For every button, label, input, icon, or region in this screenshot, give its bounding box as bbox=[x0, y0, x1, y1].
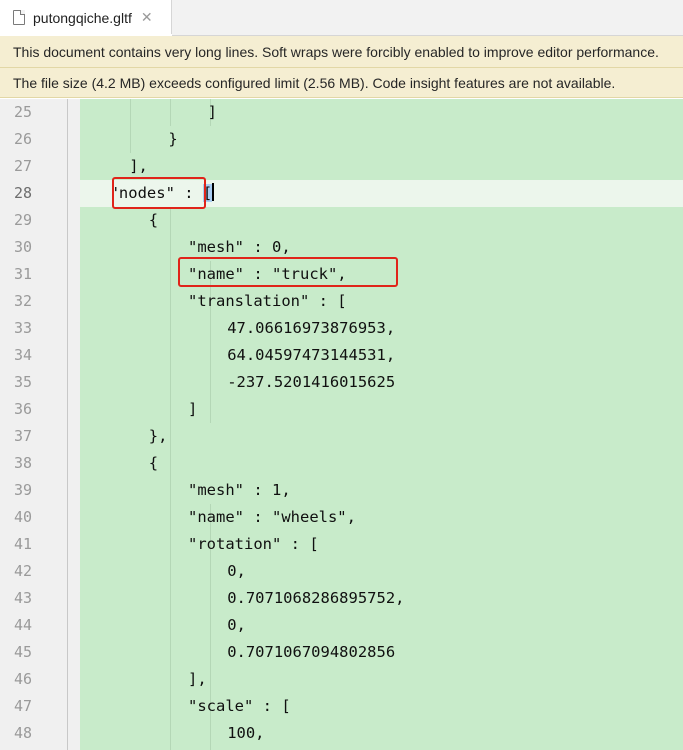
tab-title: putongqiche.gltf bbox=[33, 9, 132, 26]
line-number: 47 bbox=[13, 697, 32, 715]
line-number: 32 bbox=[13, 292, 32, 310]
code-text: 0.7071068286895752, bbox=[227, 589, 405, 607]
line-number: 42 bbox=[13, 562, 32, 580]
code-line[interactable]: 64.04597473144531, bbox=[227, 342, 395, 369]
code-line[interactable]: "nodes" : [ bbox=[110, 180, 215, 207]
code-text: ], bbox=[129, 157, 148, 175]
gutter-divider bbox=[67, 99, 68, 750]
line-number: 46 bbox=[13, 670, 32, 688]
code-text: "scale" : [ bbox=[188, 697, 291, 715]
code-text: "name" : "wheels", bbox=[188, 508, 356, 526]
code-line[interactable]: "mesh" : 0, bbox=[188, 234, 291, 261]
line-number: 41 bbox=[13, 535, 32, 553]
code-text: 0, bbox=[227, 616, 246, 634]
code-line[interactable]: "mesh" : 1, bbox=[188, 477, 291, 504]
code-line[interactable]: ] bbox=[208, 99, 217, 126]
code-text: "mesh" : 1, bbox=[188, 481, 291, 499]
line-number: 26 bbox=[13, 130, 32, 148]
line-number: 44 bbox=[13, 616, 32, 634]
line-number: 38 bbox=[13, 454, 32, 472]
code-line[interactable]: ], bbox=[188, 666, 207, 693]
code-line[interactable]: "rotation" : [ bbox=[188, 531, 319, 558]
line-number: 48 bbox=[13, 724, 32, 742]
code-line[interactable]: 0.7071068286895752, bbox=[227, 585, 404, 612]
soft-wrap-notification: This document contains very long lines. … bbox=[0, 36, 683, 68]
code-text: 47.06616973876953, bbox=[227, 319, 396, 337]
code-line[interactable]: } bbox=[168, 126, 177, 153]
code-text: 100, bbox=[227, 724, 265, 742]
file-icon bbox=[13, 10, 25, 25]
line-number: 36 bbox=[13, 400, 32, 418]
tab-putongqiche-gltf[interactable]: putongqiche.gltf ✕ bbox=[0, 0, 172, 36]
code-line[interactable]: "scale" : [ bbox=[188, 693, 291, 720]
indent-guide bbox=[170, 99, 171, 126]
line-number: 35 bbox=[13, 373, 32, 391]
line-number: 28 bbox=[13, 184, 32, 202]
code-text: { bbox=[148, 454, 159, 472]
code-line[interactable]: "name" : "truck", bbox=[188, 261, 347, 288]
line-number: 30 bbox=[13, 238, 32, 256]
code-text: ], bbox=[188, 670, 207, 688]
code-line[interactable]: 0, bbox=[227, 558, 246, 585]
line-number: 45 bbox=[13, 643, 32, 661]
line-number: 27 bbox=[13, 157, 32, 175]
line-number: 39 bbox=[13, 481, 32, 499]
code-line[interactable]: 100, bbox=[227, 720, 264, 747]
editor-tab-bar: putongqiche.gltf ✕ bbox=[0, 0, 683, 36]
code-text: } bbox=[168, 130, 178, 148]
line-number: 43 bbox=[13, 589, 32, 607]
code-text: ] bbox=[188, 400, 198, 418]
code-line[interactable]: { bbox=[149, 207, 158, 234]
code-line[interactable]: ] bbox=[188, 396, 197, 423]
line-number: 34 bbox=[13, 346, 32, 364]
code-text: "mesh" : 0, bbox=[188, 238, 291, 256]
file-size-notification: The file size (4.2 MB) exceeds configure… bbox=[0, 68, 683, 98]
line-number: 37 bbox=[13, 427, 32, 445]
line-number: 29 bbox=[13, 211, 32, 229]
code-text: "name" : "truck", bbox=[188, 265, 347, 283]
code-text: "nodes" : bbox=[109, 184, 203, 202]
code-line[interactable]: "translation" : [ bbox=[188, 288, 347, 315]
indent-guide bbox=[170, 207, 171, 750]
code-text: 0, bbox=[227, 562, 246, 580]
line-number: 25 bbox=[13, 103, 32, 121]
code-line[interactable]: "name" : "wheels", bbox=[188, 504, 356, 531]
line-number: 33 bbox=[13, 319, 32, 337]
code-line[interactable]: }, bbox=[149, 423, 168, 450]
code-text: 0.7071067094802856 bbox=[227, 643, 396, 661]
code-line[interactable]: -237.5201416015625 bbox=[227, 369, 395, 396]
line-number: 31 bbox=[13, 265, 32, 283]
code-text: -237.5201416015625 bbox=[227, 373, 396, 391]
indent-guide bbox=[130, 99, 131, 153]
line-number: 40 bbox=[13, 508, 32, 526]
code-text: { bbox=[148, 211, 159, 229]
code-editor[interactable]: 25] 26} 27], 28 "nodes" : [29{30 "mesh" : 0, 3… bbox=[0, 99, 683, 750]
code-text: ] bbox=[207, 103, 217, 121]
code-text: "translation" : [ bbox=[188, 292, 347, 310]
code-line[interactable]: 0, bbox=[227, 612, 246, 639]
text-caret bbox=[212, 183, 215, 201]
code-text: }, bbox=[148, 427, 168, 445]
code-line[interactable]: 0.7071067094802856 bbox=[227, 639, 395, 666]
code-line[interactable]: ], bbox=[129, 153, 148, 180]
code-line[interactable]: 47.06616973876953, bbox=[227, 315, 395, 342]
code-line[interactable]: { bbox=[149, 450, 158, 477]
close-icon[interactable]: ✕ bbox=[141, 10, 153, 26]
matched-bracket: [ bbox=[202, 184, 213, 202]
code-text: 64.04597473144531, bbox=[227, 346, 396, 364]
code-text: "rotation" : [ bbox=[188, 535, 319, 553]
